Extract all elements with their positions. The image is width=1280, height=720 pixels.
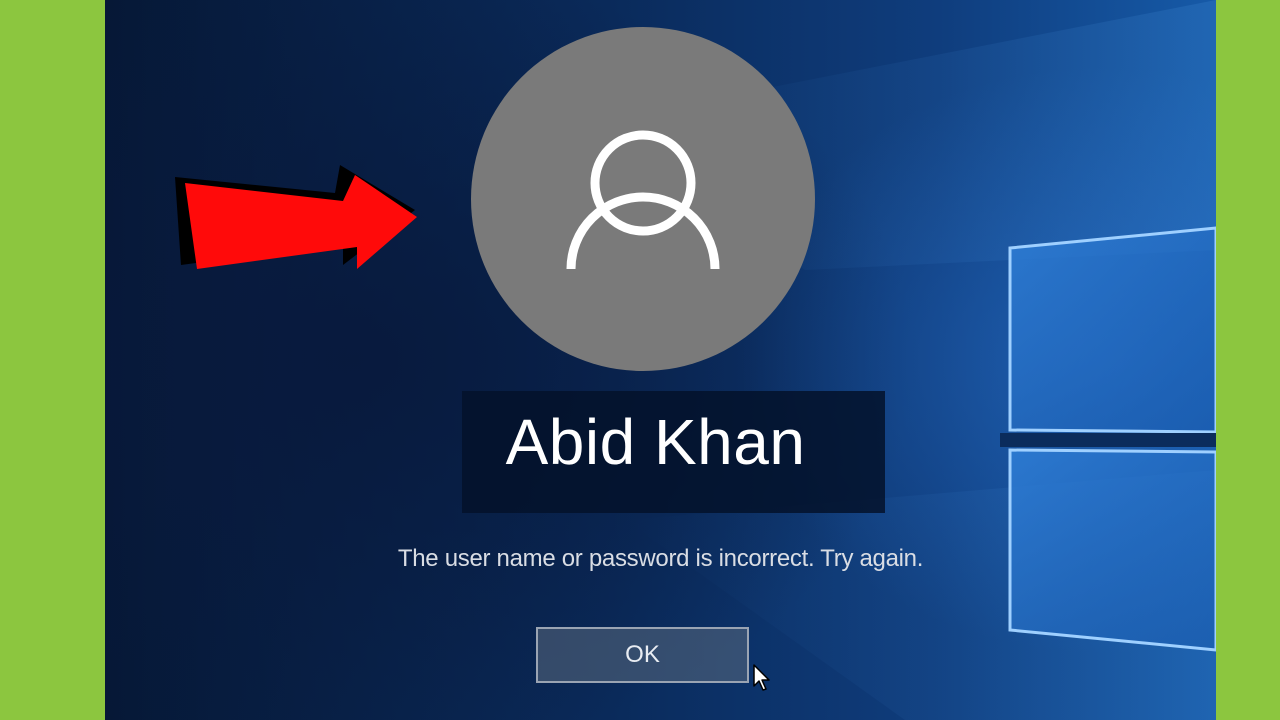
mouse-pointer-icon [753, 664, 770, 691]
user-avatar-icon [566, 130, 720, 270]
username: Abid Khan [505, 406, 806, 478]
login-error-message: The user name or password is incorrect. … [397, 545, 924, 572]
user-avatar [471, 27, 815, 371]
left-frame [0, 0, 105, 720]
red-arrow-icon [175, 165, 417, 269]
right-frame [1216, 0, 1280, 720]
lock-screen: Abid Khan The user name or password is i… [105, 0, 1216, 720]
ok-button[interactable]: OK [536, 627, 749, 683]
